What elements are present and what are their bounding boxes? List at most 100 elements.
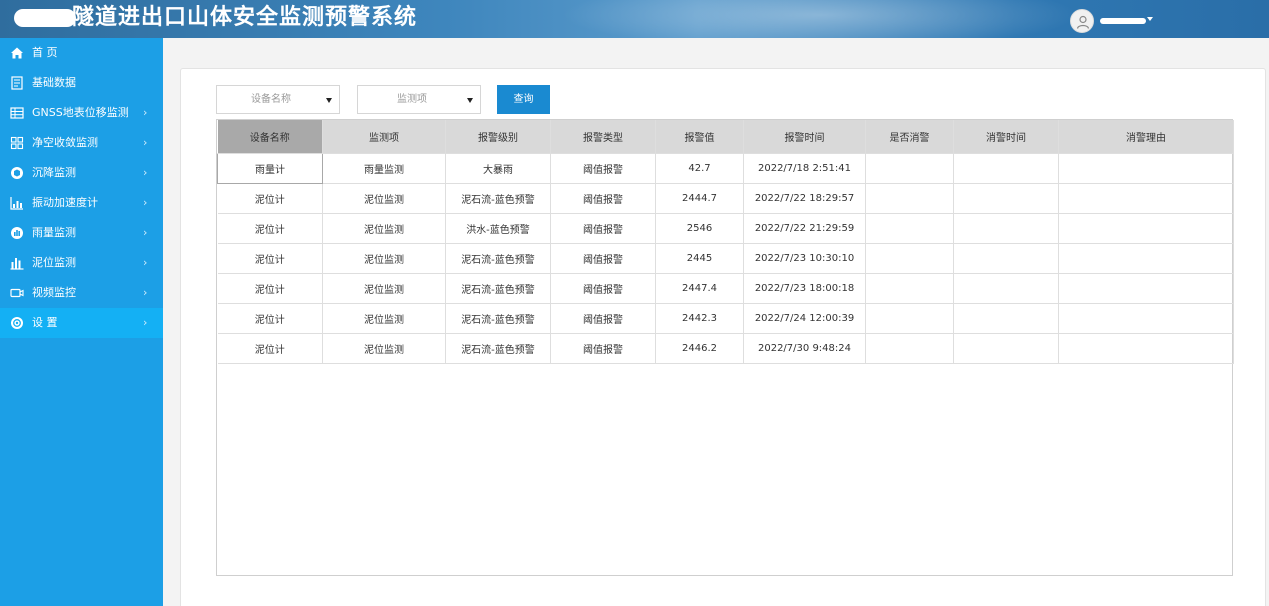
table-cell: 洪水-蓝色预警 xyxy=(445,213,551,244)
table-row[interactable]: 泥位计 泥位监测 泥石流-蓝色预警 阈值报警 2446.2 2022/7/30 … xyxy=(217,333,1234,364)
table-cell xyxy=(865,243,954,274)
table-cell: 泥位监测 xyxy=(322,333,446,364)
table-cell: 泥位计 xyxy=(217,303,323,334)
table-cell: 阈值报警 xyxy=(550,243,656,274)
column-header[interactable]: 设备名称 xyxy=(217,120,323,154)
table-cell: 泥位监测 xyxy=(322,243,446,274)
chevron-right-icon: › xyxy=(143,166,148,179)
sidebar-item-settlement[interactable]: 沉降监测 › xyxy=(0,158,163,188)
table-row[interactable]: 泥位计 泥位监测 泥石流-蓝色预警 阈值报警 2442.3 2022/7/24 … xyxy=(217,303,1234,334)
table-row[interactable]: 泥位计 泥位监测 洪水-蓝色预警 阈值报警 2546 2022/7/22 21:… xyxy=(217,213,1234,244)
top-header: 隧道进出口山体安全监测预警系统 xyxy=(0,0,1269,38)
table-cell: 2022/7/23 10:30:10 xyxy=(743,243,866,274)
sidebar-item-home[interactable]: 首 页 xyxy=(0,38,163,68)
chevron-right-icon: › xyxy=(143,226,148,239)
column-header[interactable]: 报警级别 xyxy=(445,120,551,154)
table-cell: 泥位计 xyxy=(217,273,323,304)
chart-icon xyxy=(10,197,23,210)
table-cell xyxy=(865,153,954,184)
app-title: 隧道进出口山体安全监测预警系统 xyxy=(72,5,418,30)
table-row[interactable]: 泥位计 泥位监测 泥石流-蓝色预警 阈值报警 2447.4 2022/7/23 … xyxy=(217,273,1234,304)
table-cell xyxy=(865,273,954,304)
sidebar-item-label: 设 置 xyxy=(32,316,58,329)
table-cell: 2022/7/30 9:48:24 xyxy=(743,333,866,364)
table-cell: 泥位计 xyxy=(217,183,323,214)
sidebar-item-label: 泥位监测 xyxy=(32,256,76,269)
sidebar-item-gnss[interactable]: GNSS地表位移监测 › xyxy=(0,98,163,128)
table-cell: 2444.7 xyxy=(655,183,744,214)
monitor-item-select[interactable]: 监测项 xyxy=(357,85,481,114)
sidebar-item-label: GNSS地表位移监测 xyxy=(32,106,129,119)
table-cell xyxy=(1058,303,1234,334)
gear-icon xyxy=(11,317,23,329)
table-cell: 2022/7/22 21:29:59 xyxy=(743,213,866,244)
column-header[interactable]: 报警类型 xyxy=(550,120,656,154)
header-background xyxy=(560,0,1080,38)
main-content: 设备名称 监测项 查询 设备名称 监测项 报警级别 报警类型 报警值 报警时间 … xyxy=(163,38,1269,606)
table-cell: 2022/7/22 18:29:57 xyxy=(743,183,866,214)
column-header[interactable]: 报警时间 xyxy=(743,120,866,154)
grid-icon xyxy=(10,136,24,150)
table-cell: 泥石流-蓝色预警 xyxy=(445,243,551,274)
sidebar-item-label: 净空收敛监测 xyxy=(32,136,98,149)
table-cell xyxy=(1058,273,1234,304)
column-header[interactable]: 消警时间 xyxy=(953,120,1059,154)
sidebar-item-mud-level[interactable]: 泥位监测 › xyxy=(0,248,163,278)
sidebar-item-label: 基础数据 xyxy=(32,76,76,89)
sidebar-item-basic-data[interactable]: 基础数据 xyxy=(0,68,163,98)
sidebar-item-label: 雨量监测 xyxy=(32,226,76,239)
sidebar: 首 页 基础数据 GNSS地表位移监测 › 净空收敛监测 › 沉降监测 › 振动… xyxy=(0,38,163,606)
table-cell xyxy=(865,213,954,244)
table-cell xyxy=(953,153,1059,184)
table-cell: 2022/7/23 18:00:18 xyxy=(743,273,866,304)
device-name-select[interactable]: 设备名称 xyxy=(216,85,340,114)
alarm-panel: 设备名称 监测项 查询 设备名称 监测项 报警级别 报警类型 报警值 报警时间 … xyxy=(180,68,1266,606)
column-header[interactable]: 监测项 xyxy=(322,120,446,154)
chevron-right-icon: › xyxy=(143,316,148,329)
column-header[interactable]: 消警理由 xyxy=(1058,120,1234,154)
column-header[interactable]: 是否消警 xyxy=(865,120,954,154)
user-menu-caret-icon[interactable] xyxy=(1147,17,1153,21)
table-cell: 42.7 xyxy=(655,153,744,184)
user-avatar-icon[interactable] xyxy=(1070,9,1094,33)
table-cell xyxy=(1058,333,1234,364)
table-header-row: 设备名称 监测项 报警级别 报警类型 报警值 报警时间 是否消警 消警时间 消警… xyxy=(217,120,1234,154)
camera-icon xyxy=(10,288,24,298)
chevron-right-icon: › xyxy=(143,286,148,299)
chevron-right-icon: › xyxy=(143,136,148,149)
table-cell: 泥石流-蓝色预警 xyxy=(445,183,551,214)
table-row[interactable]: 泥位计 泥位监测 泥石流-蓝色预警 阈值报警 2445 2022/7/23 10… xyxy=(217,243,1234,274)
table-cell: 泥位计 xyxy=(217,213,323,244)
table-cell: 2022/7/24 12:00:39 xyxy=(743,303,866,334)
sidebar-item-settings[interactable]: 设 置 › xyxy=(0,308,163,338)
table-cell[interactable]: 雨量计 xyxy=(217,152,323,184)
table-cell: 泥位监测 xyxy=(322,303,446,334)
table-cell: 2022/7/18 2:51:41 xyxy=(743,153,866,184)
chevron-right-icon: › xyxy=(143,106,148,119)
table-cell: 2446.2 xyxy=(655,333,744,364)
column-header[interactable]: 报警值 xyxy=(655,120,744,154)
table-row[interactable]: 泥位计 泥位监测 泥石流-蓝色预警 阈值报警 2444.7 2022/7/22 … xyxy=(217,183,1234,214)
table-cell xyxy=(953,243,1059,274)
table-row[interactable]: 雨量计 雨量监测 大暴雨 阈值报警 42.7 2022/7/18 2:51:41 xyxy=(217,152,1234,184)
monitor-item-placeholder: 监测项 xyxy=(397,94,427,105)
table-cell xyxy=(1058,213,1234,244)
table-cell: 泥石流-蓝色预警 xyxy=(445,303,551,334)
table-cell: 大暴雨 xyxy=(445,153,551,184)
sidebar-item-video[interactable]: 视频监控 › xyxy=(0,278,163,308)
table-cell: 泥位监测 xyxy=(322,183,446,214)
table-cell xyxy=(1058,243,1234,274)
sidebar-item-rainfall[interactable]: 雨量监测 › xyxy=(0,218,163,248)
table-cell xyxy=(865,303,954,334)
sidebar-item-convergence[interactable]: 净空收敛监测 › xyxy=(0,128,163,158)
sidebar-item-vibration[interactable]: 振动加速度计 › xyxy=(0,188,163,218)
table-cell: 泥位计 xyxy=(217,243,323,274)
table-cell: 2447.4 xyxy=(655,273,744,304)
sidebar-item-label: 沉降监测 xyxy=(32,166,76,179)
redacted-username[interactable] xyxy=(1100,18,1146,24)
query-button[interactable]: 查询 xyxy=(497,85,550,114)
sidebar-item-label: 首 页 xyxy=(32,46,58,59)
document-icon xyxy=(11,76,23,90)
table-cell: 阈值报警 xyxy=(550,333,656,364)
cube-icon xyxy=(11,167,23,179)
